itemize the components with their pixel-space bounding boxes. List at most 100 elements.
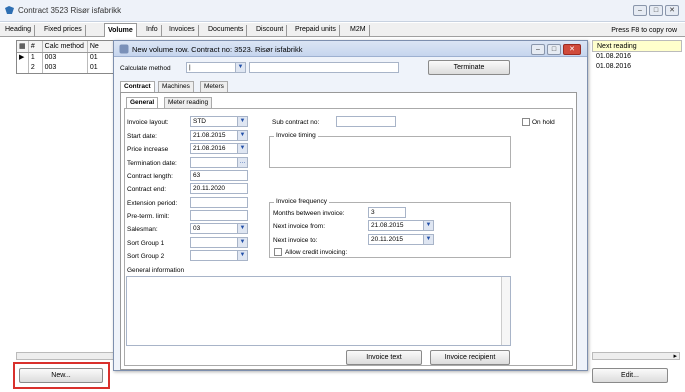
col-header-number[interactable]: #: [29, 41, 43, 52]
salesman-value: 03: [193, 225, 201, 232]
next-invoice-to-field[interactable]: 20.11.2015 ▼: [368, 234, 434, 245]
window-title: Contract 3523 Risør isfabrikk: [18, 6, 122, 15]
pre-term-limit-label: Pre-term. limit:: [127, 213, 170, 220]
tab-general[interactable]: General: [126, 97, 159, 108]
price-increase-label: Price increase: [127, 146, 169, 153]
dialog-close-button[interactable]: ✕: [563, 44, 581, 55]
tab-contract[interactable]: Contract: [120, 81, 155, 92]
cell-calc-method: 003: [43, 63, 88, 73]
start-date-label: Start date:: [127, 133, 157, 140]
next-invoice-from-value: 21.08.2015: [371, 222, 404, 229]
textarea-scrollbar[interactable]: [501, 277, 510, 345]
allow-credit-checkbox[interactable]: [274, 248, 282, 256]
chevron-down-icon: ▼: [237, 224, 247, 233]
general-information-textarea[interactable]: [126, 276, 511, 346]
tab-m2m[interactable]: M2M: [347, 25, 370, 37]
next-invoice-to-label: Next invoice to:: [273, 237, 318, 244]
tab-heading[interactable]: Heading: [2, 25, 36, 37]
row-pointer-icon: ▶: [17, 53, 29, 63]
price-increase-value: 21.08.2016: [193, 145, 226, 152]
general-information-label: General information: [127, 267, 185, 274]
months-between-value: 3: [371, 209, 375, 216]
sub-contract-field[interactable]: [336, 116, 396, 127]
termination-date-field[interactable]: …: [190, 157, 248, 168]
cell-next-reading: 01.08.2016: [596, 63, 632, 70]
window-titlebar: Contract 3523 Risør isfabrikk – □ ✕: [0, 0, 685, 22]
on-hold-checkbox[interactable]: [522, 118, 530, 126]
grid-hscrollbar[interactable]: [16, 352, 114, 360]
start-date-value: 21.08.2015: [193, 132, 226, 139]
tab-discount[interactable]: Discount: [253, 25, 288, 37]
invoice-layout-value: STD: [193, 118, 206, 125]
terminate-label: Terminate: [453, 64, 485, 71]
months-between-field[interactable]: 3: [368, 207, 406, 218]
sort-group-2-select[interactable]: ▼: [190, 250, 248, 261]
tab-machines[interactable]: Machines: [158, 81, 194, 92]
next-invoice-from-field[interactable]: 21.08.2015 ▼: [368, 220, 434, 231]
cell-number: 1: [29, 53, 43, 63]
invoice-layout-label: Invoice layout:: [127, 119, 169, 126]
tab-fixed-prices[interactable]: Fixed prices: [41, 25, 86, 37]
sub-contract-label: Sub contract no:: [272, 119, 320, 126]
next-reading-column: Next reading 01.08.2016 01.08.2016: [592, 40, 682, 72]
terminate-button[interactable]: Terminate: [428, 60, 510, 75]
col-header-calc-method[interactable]: Calc method: [43, 41, 88, 52]
minimize-button[interactable]: –: [633, 5, 647, 16]
months-between-label: Months between invoice:: [273, 210, 345, 217]
tab-invoices[interactable]: Invoices: [166, 25, 199, 37]
chevron-down-icon: ▼: [423, 235, 433, 244]
tab-volume[interactable]: Volume: [104, 23, 137, 37]
chevron-down-icon: ▼: [237, 131, 247, 140]
price-increase-field[interactable]: 21.08.2016 ▼: [190, 143, 248, 154]
contract-length-field[interactable]: 63: [190, 170, 248, 181]
chevron-down-icon: ▼: [237, 238, 247, 247]
tab-meters[interactable]: Meters: [200, 81, 228, 92]
contract-length-value: 63: [193, 172, 201, 179]
contract-end-value: 20.11.2020: [193, 185, 226, 192]
tab-meter-reading[interactable]: Meter reading: [164, 97, 213, 108]
calc-method-value: |: [189, 64, 191, 71]
extension-period-field[interactable]: [190, 197, 248, 208]
invoice-layout-select[interactable]: STD ▼: [190, 116, 248, 127]
row-marker: [17, 63, 29, 73]
invoice-recipient-label: Invoice recipient: [444, 354, 496, 361]
tab-info[interactable]: Info: [143, 25, 162, 37]
invoice-timing-group: Invoice timing: [269, 132, 511, 168]
termination-date-label: Termination date:: [127, 160, 177, 167]
start-date-field[interactable]: 21.08.2015 ▼: [190, 130, 248, 141]
extension-period-label: Extension period:: [127, 200, 178, 207]
col-header-next-reading[interactable]: Next reading: [592, 40, 682, 52]
sort-group-2-label: Sort Group 2: [127, 253, 165, 260]
cell-number: 2: [29, 63, 43, 73]
edit-button-label: Edit...: [621, 372, 639, 379]
dialog-maximize-button[interactable]: □: [547, 44, 561, 55]
tab-prepaid-units[interactable]: Prepaid units: [292, 25, 340, 37]
grid-settings-icon[interactable]: ▦: [17, 41, 29, 52]
close-button[interactable]: ✕: [665, 5, 679, 16]
invoice-text-button[interactable]: Invoice text: [346, 350, 422, 365]
tab-documents[interactable]: Documents: [205, 25, 248, 37]
on-hold-label: On hold: [532, 119, 555, 126]
cell-calc-method: 003: [43, 53, 88, 63]
calc-method-select[interactable]: | ▼: [186, 62, 246, 73]
edit-button[interactable]: Edit...: [592, 368, 668, 383]
calc-method-label: Calculate method: [120, 65, 171, 72]
ellipsis-icon[interactable]: …: [237, 158, 247, 167]
chevron-down-icon: ▼: [423, 221, 433, 230]
salesman-select[interactable]: 03 ▼: [190, 223, 248, 234]
next-invoice-from-label: Next invoice from:: [273, 223, 326, 230]
sort-group-1-select[interactable]: ▼: [190, 237, 248, 248]
grid-hscrollbar-right[interactable]: ▸: [592, 352, 680, 360]
maximize-button[interactable]: □: [649, 5, 663, 16]
contract-end-field[interactable]: 20.11.2020: [190, 183, 248, 194]
invoice-text-label: Invoice text: [366, 354, 402, 361]
invoice-recipient-button[interactable]: Invoice recipient: [430, 350, 510, 365]
contract-length-label: Contract length:: [127, 173, 173, 180]
invoice-timing-label: Invoice timing: [274, 132, 318, 139]
chevron-down-icon: ▼: [237, 251, 247, 260]
main-tabbar: Heading Fixed prices Volume Info Invoice…: [0, 23, 685, 37]
chevron-down-icon: ▼: [237, 117, 247, 126]
cell-next-reading: 01.08.2016: [596, 53, 632, 60]
dialog-minimize-button[interactable]: –: [531, 44, 545, 55]
pre-term-limit-field[interactable]: [190, 210, 248, 221]
